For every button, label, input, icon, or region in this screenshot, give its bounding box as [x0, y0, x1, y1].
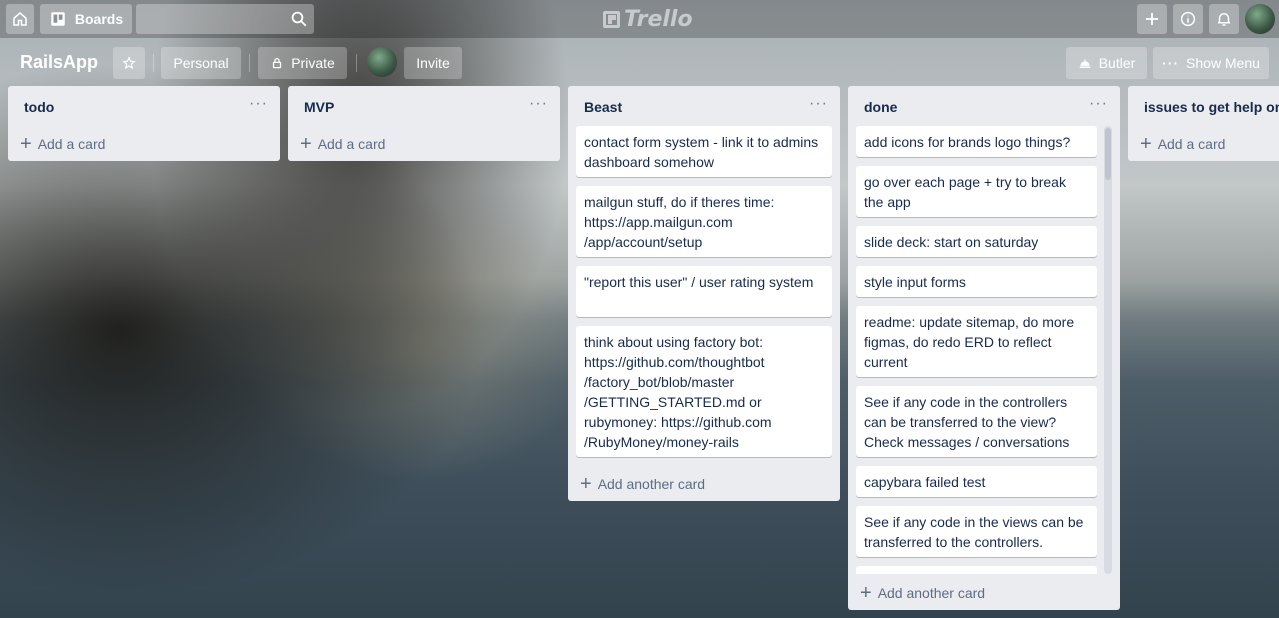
invite-label: Invite	[416, 55, 450, 71]
home-icon	[13, 12, 27, 26]
star-icon	[122, 56, 136, 70]
butler-button[interactable]: Butler	[1066, 47, 1147, 79]
home-button[interactable]	[6, 4, 34, 34]
card[interactable]: slide deck: start on saturday	[856, 226, 1097, 257]
card[interactable]: go over each page + try to break the app	[856, 166, 1097, 217]
card[interactable]: See if any code in the views can be tran…	[856, 506, 1097, 557]
list-menu-button[interactable]: ···	[529, 95, 548, 113]
add-card-label: Add another card	[877, 585, 986, 601]
card[interactable]: think about using factory bot: https://g…	[576, 326, 832, 457]
show-menu-label: Show Menu	[1186, 55, 1260, 71]
create-button[interactable]	[1137, 4, 1167, 34]
divider	[153, 54, 154, 72]
butler-icon	[1079, 59, 1090, 68]
plus-icon: +	[580, 473, 592, 495]
list-beast: Beast ··· contact form system - link it …	[568, 86, 840, 501]
card[interactable]: See if any code in the controllers can b…	[856, 386, 1097, 457]
add-card-label: Add a card	[317, 136, 386, 152]
add-card-button[interactable]: + Add a card	[300, 134, 385, 154]
list-menu-button[interactable]: ···	[1089, 95, 1108, 113]
search-icon	[291, 11, 307, 27]
member-avatar[interactable]	[367, 47, 397, 77]
card[interactable]: capybara failed test	[856, 466, 1097, 497]
add-card-button[interactable]: + Add a card	[20, 134, 105, 154]
info-icon	[1180, 11, 1196, 27]
team-label: Personal	[173, 55, 229, 71]
lock-icon	[273, 58, 282, 69]
visibility-label: Private	[291, 55, 335, 71]
list-done: done ··· add icons for brands logo thing…	[848, 86, 1120, 610]
card[interactable]: style input forms	[856, 266, 1097, 297]
list-title[interactable]: issues to get help on	[1144, 99, 1279, 115]
add-card-label: Add a card	[37, 136, 106, 152]
board-title[interactable]: RailsApp	[20, 52, 98, 73]
plus-icon: +	[300, 133, 312, 155]
divider	[356, 54, 357, 72]
card[interactable]: mailgun stuff, do if theres time: https:…	[576, 186, 832, 257]
plus-icon	[1146, 13, 1158, 25]
plus-icon: +	[860, 582, 872, 604]
list-title[interactable]: Beast	[584, 99, 622, 115]
list-title[interactable]: done	[864, 99, 897, 115]
list-menu-button[interactable]: ···	[809, 95, 828, 113]
notifications-button[interactable]	[1209, 4, 1239, 34]
invite-button[interactable]: Invite	[404, 47, 462, 79]
list-menu-button[interactable]: ···	[249, 95, 268, 113]
show-menu-button[interactable]: ··· Show Menu	[1153, 47, 1269, 79]
logo-text: Trello	[624, 6, 693, 32]
star-button[interactable]	[113, 47, 145, 79]
list-issues: issues to get help on + Add a card	[1128, 86, 1279, 161]
boards-icon	[51, 12, 65, 26]
scrollbar-thumb[interactable]	[1105, 128, 1111, 180]
card[interactable]: contact form system - link it to admins …	[576, 126, 832, 177]
card[interactable]: readme: update sitemap, do more figmas, …	[856, 306, 1097, 377]
list-title[interactable]: MVP	[304, 99, 334, 115]
list-scrollbar[interactable]	[1104, 126, 1112, 574]
trello-logo[interactable]: Trello	[603, 6, 693, 32]
list-title[interactable]: todo	[24, 99, 54, 115]
more-icon: ···	[1162, 55, 1180, 71]
info-button[interactable]	[1173, 4, 1203, 34]
add-card-label: Add a card	[1157, 136, 1226, 152]
trello-mark-icon	[603, 10, 620, 28]
visibility-button[interactable]: Private	[258, 47, 347, 79]
team-button[interactable]: Personal	[161, 47, 241, 79]
card[interactable]	[856, 566, 1097, 574]
card[interactable]: add icons for brands logo things?	[856, 126, 1097, 157]
add-card-button[interactable]: + Add a card	[1140, 134, 1225, 154]
add-another-card-button[interactable]: + Add another card	[860, 583, 985, 603]
divider	[249, 54, 250, 72]
butler-label: Butler	[1098, 55, 1136, 71]
user-avatar[interactable]	[1245, 4, 1275, 34]
list-mvp: MVP ··· + Add a card	[288, 86, 560, 161]
plus-icon: +	[1140, 133, 1152, 155]
top-header: Boards Trello	[0, 0, 1279, 38]
search-input[interactable]	[136, 4, 314, 34]
boards-button[interactable]: Boards	[40, 4, 132, 34]
add-card-label: Add another card	[597, 476, 706, 492]
board-header: RailsApp Personal Private Invite Butler …	[0, 38, 1279, 86]
card[interactable]: "report this user" / user rating system	[576, 266, 832, 317]
add-another-card-button[interactable]: + Add another card	[580, 474, 705, 494]
list-todo: todo ··· + Add a card	[8, 86, 280, 161]
card-scroll-area: add icons for brands logo things? go ove…	[848, 122, 1120, 574]
bell-icon	[1218, 13, 1230, 26]
plus-icon: +	[20, 133, 32, 155]
boards-label: Boards	[74, 11, 124, 27]
